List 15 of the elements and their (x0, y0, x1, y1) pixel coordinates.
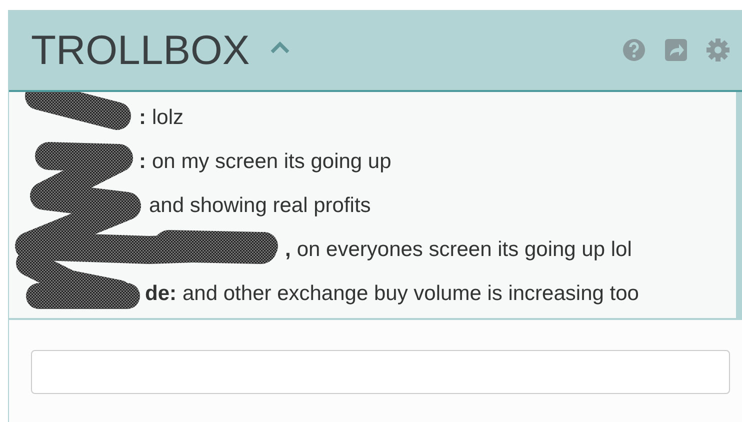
settings-icon[interactable] (706, 38, 730, 62)
chat-message: lolz (152, 106, 184, 130)
panel-title: TROLLBOX (31, 26, 250, 74)
message-input[interactable] (31, 350, 730, 394)
chat-message: on my screen its going up (152, 150, 392, 174)
chat-message: on everyones screen its going up lol (296, 238, 632, 262)
username[interactable]: de: (145, 282, 176, 306)
chat-message: and other exchange buy volume is increasing too (182, 282, 639, 306)
chevron-icon[interactable] (270, 40, 290, 54)
username[interactable]: : (139, 150, 146, 174)
share-icon[interactable] (664, 38, 688, 62)
username[interactable]: : (139, 106, 146, 130)
username[interactable]: , (285, 238, 291, 262)
help-icon[interactable] (622, 38, 646, 62)
chat-message: and showing real profits (149, 194, 371, 218)
